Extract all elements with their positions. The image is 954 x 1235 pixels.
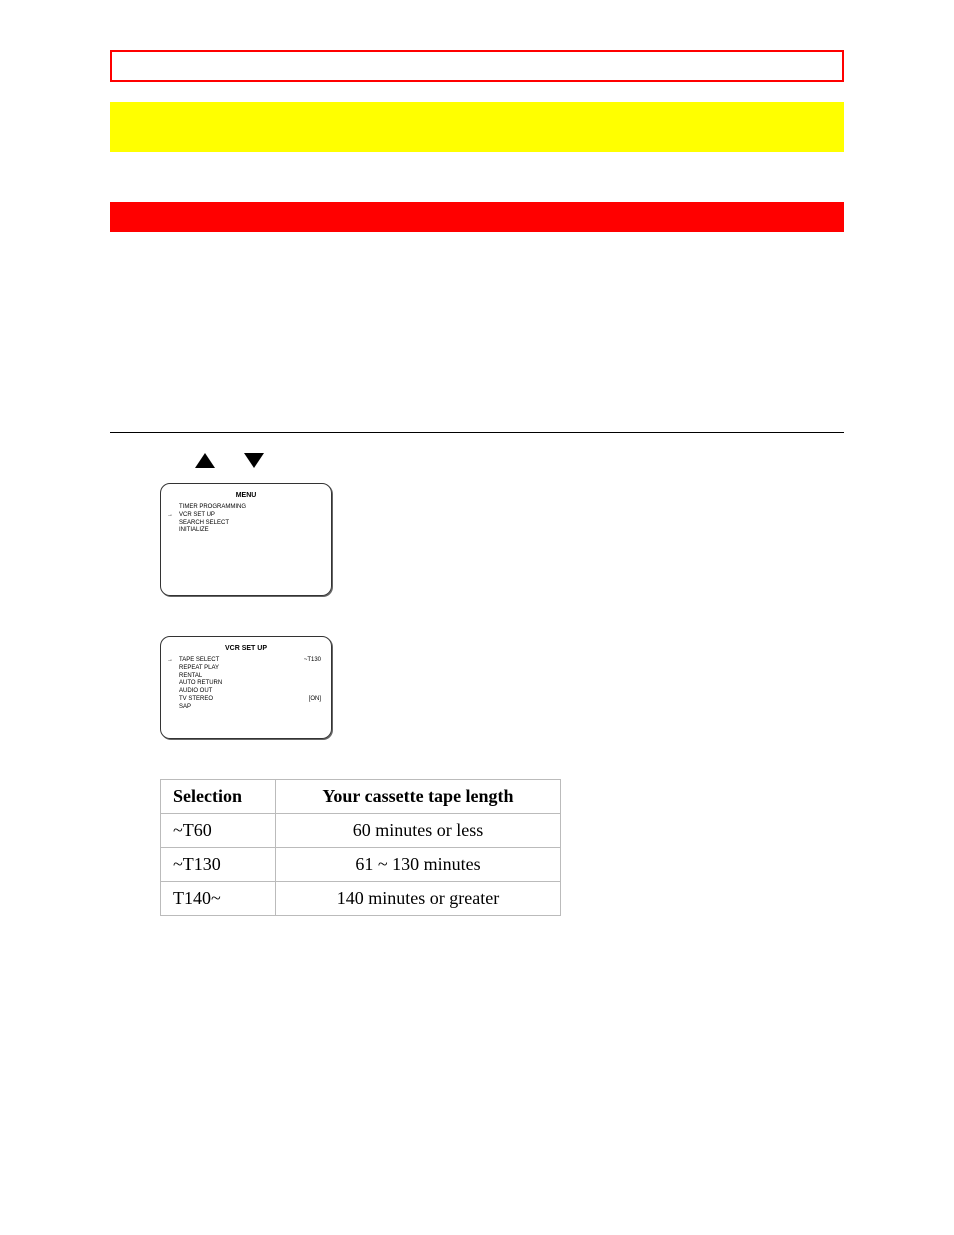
arrow-icon: → [167,512,173,520]
tape-select-table: Selection Your cassette tape length ~T60… [160,779,914,916]
vcr-setup-screen: VCR SET UP →TAPE SELECT~T130 REPEAT PLAY… [160,636,332,739]
table-cell: T140~ [161,882,276,916]
table-cell: ~T130 [161,848,276,882]
menu-screen-title: MENU [171,492,321,499]
table-cell: 60 minutes or less [276,814,561,848]
menu-item: TIMER PROGRAMMING [179,504,321,512]
setup-item: SAP [179,704,321,712]
triangle-down-icon [244,453,264,468]
menu-screen-items: TIMER PROGRAMMING →VCR SET UP SEARCH SEL… [171,504,321,535]
yellow-box [110,102,844,152]
table-cell: 61 ~ 130 minutes [276,848,561,882]
setup-item: →TAPE SELECT~T130 [179,657,321,665]
table-header: Your cassette tape length [276,780,561,814]
divider [110,432,844,433]
vcr-setup-items: →TAPE SELECT~T130 REPEAT PLAY RENTAL AUT… [171,657,321,712]
menu-screen: MENU TIMER PROGRAMMING →VCR SET UP SEARC… [160,483,332,596]
setup-item: REPEAT PLAY [179,665,321,673]
up-down-icons [195,453,914,473]
table-row: T140~ 140 minutes or greater [161,882,561,916]
menu-item: →VCR SET UP [179,512,321,520]
table-cell: ~T60 [161,814,276,848]
menu-item: INITIALIZE [179,527,321,535]
table-row: ~T130 61 ~ 130 minutes [161,848,561,882]
arrow-icon: → [167,657,173,665]
table-row: ~T60 60 minutes or less [161,814,561,848]
red-border-box [110,50,844,82]
setup-item: RENTAL [179,673,321,681]
setup-item: AUDIO OUT [179,688,321,696]
table-header: Selection [161,780,276,814]
menu-item: SEARCH SELECT [179,520,321,528]
red-box [110,202,844,232]
triangle-up-icon [195,453,215,468]
setup-item: AUTO RETURN [179,680,321,688]
table-cell: 140 minutes or greater [276,882,561,916]
vcr-setup-title: VCR SET UP [171,645,321,652]
setup-item: TV STEREO[ON] [179,696,321,704]
